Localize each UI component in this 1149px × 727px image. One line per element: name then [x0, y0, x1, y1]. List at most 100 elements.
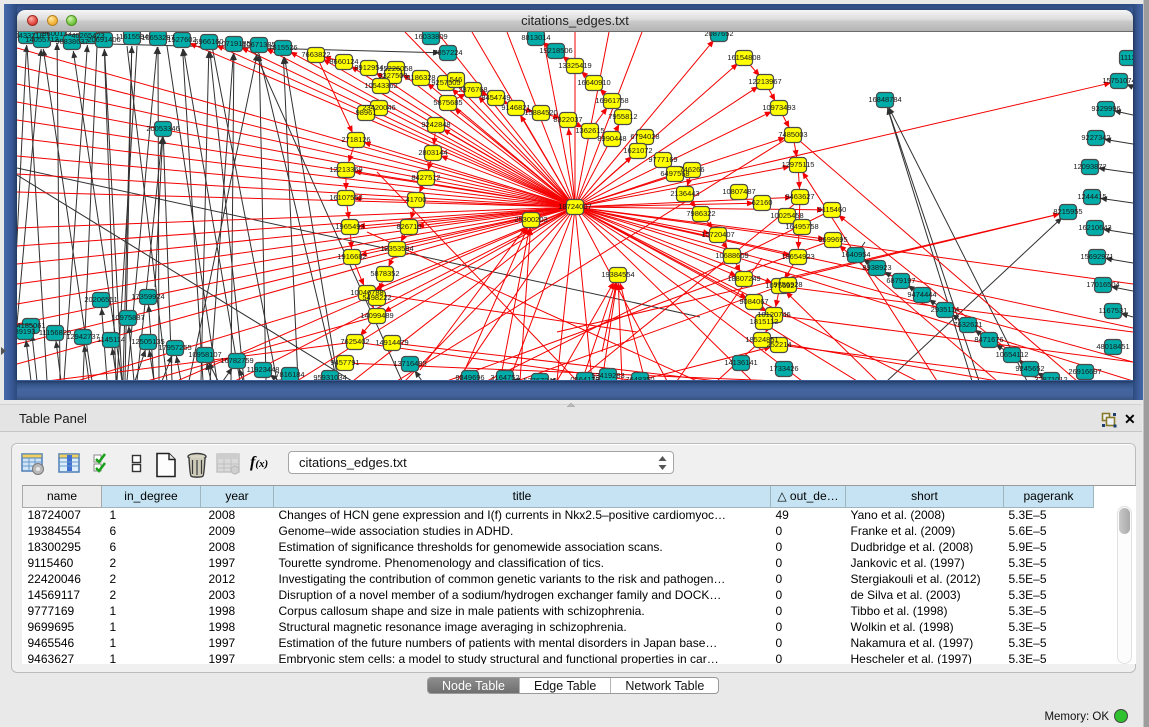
svg-text:826710: 826710	[396, 222, 421, 231]
svg-text:41700: 41700	[406, 195, 427, 204]
svg-text:1112: 1112	[1120, 53, 1133, 62]
svg-text:7632621: 7632621	[953, 320, 982, 329]
svg-text:7485003: 7485003	[778, 130, 807, 139]
svg-text:8427512: 8427512	[411, 173, 440, 182]
svg-text:8322037: 8322037	[553, 115, 582, 124]
svg-text:7663822: 7663822	[301, 50, 330, 59]
svg-text:10543362: 10543362	[364, 81, 397, 90]
svg-text:10958107: 10958107	[188, 350, 221, 359]
svg-text:16848784: 16848784	[868, 95, 901, 104]
svg-text:16033809: 16033809	[414, 32, 447, 41]
svg-text:17016504: 17016504	[1086, 280, 1119, 289]
svg-text:9474444: 9474444	[907, 290, 936, 299]
svg-text:15692971: 15692971	[1080, 252, 1113, 261]
svg-text:8849696: 8849696	[455, 373, 484, 380]
svg-text:7986322: 7986322	[686, 209, 715, 218]
svg-text:9327503: 9327503	[378, 71, 407, 80]
svg-text:1733426: 1733426	[769, 364, 798, 373]
svg-text:3164752: 3164752	[490, 373, 519, 380]
svg-text:6879197: 6879197	[886, 276, 915, 285]
svg-text:6794028: 6794028	[630, 132, 659, 141]
svg-text:16640910: 16640910	[577, 78, 610, 87]
svg-text:16107552: 16107552	[329, 193, 362, 202]
svg-text:98961: 98961	[356, 108, 377, 117]
svg-text:10688609: 10688609	[715, 251, 748, 260]
svg-text:2136443: 2136443	[670, 189, 699, 198]
svg-text:25300203: 25300203	[514, 215, 547, 224]
svg-text:2803144: 2803144	[418, 148, 447, 157]
svg-text:8938923: 8938923	[862, 263, 891, 272]
svg-text:1621072: 1621072	[623, 146, 652, 155]
svg-text:26916697: 26916697	[1068, 367, 1101, 376]
svg-text:746266: 746266	[679, 165, 704, 174]
svg-text:13325419: 13325419	[558, 61, 591, 70]
svg-text:10975887: 10975887	[111, 313, 144, 322]
svg-text:53767242: 53767242	[523, 376, 556, 380]
svg-text:19218506: 19218506	[539, 46, 572, 55]
svg-text:9227342: 9227342	[1081, 133, 1110, 142]
svg-text:16782759: 16782759	[220, 356, 253, 365]
svg-text:17957255: 17957255	[158, 343, 191, 352]
svg-text:1145114: 1145114	[97, 335, 125, 344]
svg-text:14099489: 14099489	[360, 311, 393, 320]
svg-text:7955812: 7955812	[608, 112, 637, 121]
svg-text:10654112: 10654112	[996, 350, 1029, 359]
svg-text:5878352: 5878352	[370, 269, 399, 278]
svg-text:12213967: 12213967	[748, 77, 781, 86]
svg-text:9245652: 9245652	[1015, 364, 1044, 373]
svg-text:16961758: 16961758	[595, 96, 628, 105]
svg-text:1916682: 1916682	[337, 252, 366, 261]
svg-text:252214: 252214	[766, 340, 791, 349]
svg-text:9756928: 9756928	[773, 280, 802, 289]
svg-text:32871012: 32871012	[1034, 375, 1067, 380]
svg-text:1965493: 1965493	[335, 222, 364, 231]
svg-text:2087652: 2087652	[704, 32, 733, 38]
svg-text:546: 546	[450, 75, 463, 84]
svg-text:19654923: 19654923	[781, 252, 814, 261]
svg-text:7515526: 7515526	[268, 43, 297, 52]
svg-text:7625402: 7625402	[340, 337, 369, 346]
svg-text:20206551: 20206551	[84, 295, 117, 304]
svg-text:0564139: 0564139	[570, 375, 599, 380]
svg-text:9115460: 9115460	[818, 205, 847, 214]
svg-text:15751074: 15751074	[1102, 76, 1133, 85]
svg-text:12942737: 12942737	[66, 332, 99, 341]
svg-text:8813014: 8813014	[521, 33, 550, 42]
svg-text:7857224: 7857224	[433, 48, 462, 57]
svg-text:5875685: 5875685	[433, 98, 462, 107]
svg-text:5498222: 5498222	[362, 293, 391, 302]
svg-text:1244415: 1244415	[1077, 192, 1106, 201]
svg-text:18807249: 18807249	[727, 274, 760, 283]
svg-text:2935114: 2935114	[931, 305, 960, 314]
svg-text:12213369: 12213369	[329, 165, 362, 174]
svg-text:8471676: 8471676	[974, 335, 1003, 344]
svg-text:62160: 62160	[752, 198, 773, 207]
svg-text:9084067: 9084067	[739, 297, 768, 306]
svg-text:14914479: 14914479	[375, 338, 408, 347]
svg-text:12093872: 12093872	[1073, 162, 1106, 171]
svg-text:9329996: 9329996	[1091, 104, 1120, 113]
svg-text:15720407: 15720407	[701, 230, 734, 239]
svg-text:48018451: 48018451	[1096, 342, 1129, 351]
svg-text:8215955: 8215955	[1053, 207, 1082, 216]
svg-text:9463627: 9463627	[785, 192, 814, 201]
svg-text:18724007: 18724007	[558, 202, 591, 211]
svg-text:1167531: 1167531	[1099, 306, 1128, 315]
svg-text:7648350: 7648350	[625, 375, 654, 380]
svg-text:7816184: 7816184	[275, 370, 304, 379]
svg-text:16154808: 16154808	[727, 53, 760, 62]
svg-text:39193: 39193	[17, 327, 35, 336]
svg-text:12975115: 12975115	[782, 160, 815, 169]
svg-text:9457791: 9457791	[330, 358, 359, 367]
svg-text:8990448: 8990448	[597, 134, 626, 143]
svg-text:8454749: 8454749	[481, 93, 510, 102]
svg-text:9699695: 9699695	[818, 235, 847, 244]
svg-text:13716485: 13716485	[393, 359, 426, 368]
svg-text:16210643: 16210643	[1078, 223, 1111, 232]
svg-text:20053346: 20053346	[146, 124, 179, 133]
svg-text:10973493: 10973493	[762, 103, 795, 112]
svg-text:95931034: 95931034	[313, 373, 346, 380]
svg-text:10025458: 10025458	[770, 211, 803, 220]
svg-text:14136141: 14136141	[724, 358, 757, 367]
svg-text:16495758: 16495758	[785, 222, 818, 231]
